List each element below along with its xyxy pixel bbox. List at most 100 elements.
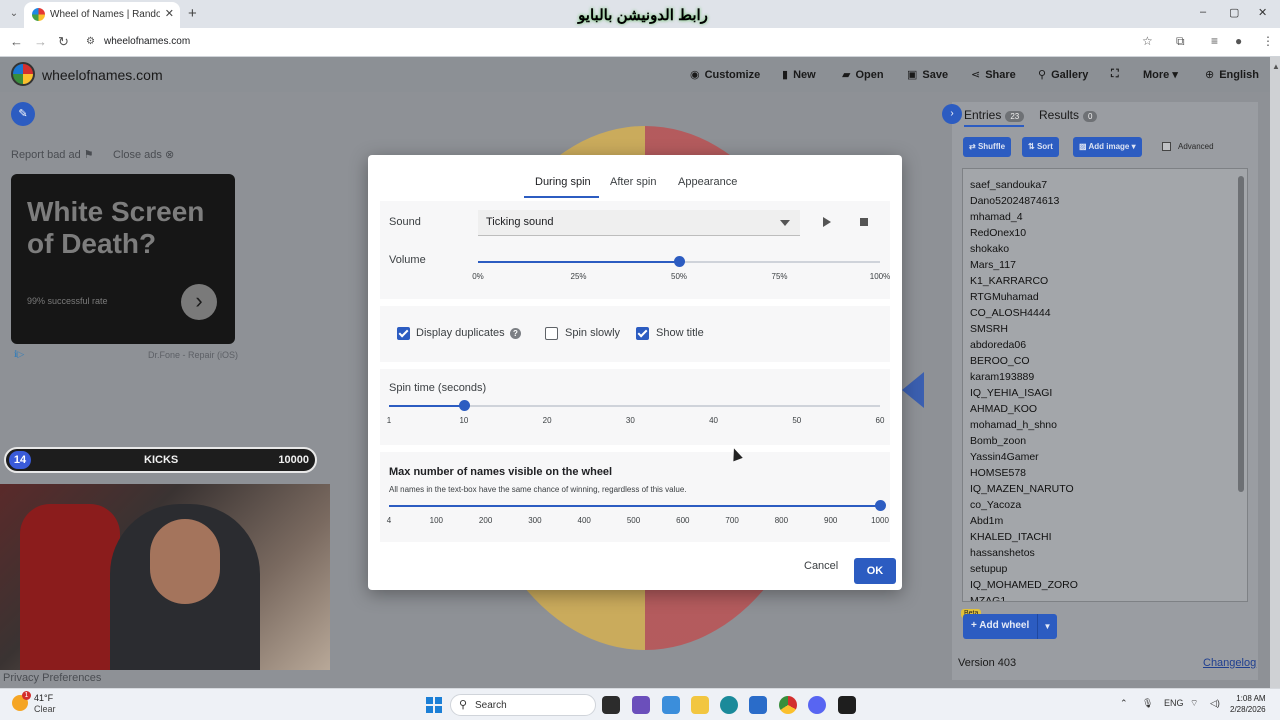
spin-slowly-checkbox[interactable] bbox=[545, 327, 558, 340]
display-duplicates-checkbox[interactable] bbox=[397, 327, 410, 340]
add-image-button[interactable]: ▨ Add image ▾ bbox=[1073, 137, 1142, 157]
changelog-link[interactable]: Changelog bbox=[1203, 657, 1256, 669]
fullscreen-icon[interactable]: ⛶ bbox=[1111, 68, 1119, 81]
list-item: CO_ALOSH4444 bbox=[970, 307, 1051, 319]
new-tab-icon[interactable]: + bbox=[188, 5, 197, 22]
plus-icon: + bbox=[971, 620, 980, 631]
browser-tab[interactable]: Wheel of Names | Random nam ✕ bbox=[24, 2, 180, 28]
reload-icon[interactable]: ↻ bbox=[58, 34, 69, 50]
weather-description[interactable]: Clear bbox=[34, 704, 56, 714]
menu-customize[interactable]: ◉ Customize bbox=[690, 68, 760, 81]
menu-language-label: English bbox=[1219, 69, 1259, 81]
spin-time-slider-handle[interactable] bbox=[458, 400, 470, 411]
tab-during-spin[interactable]: During spin bbox=[535, 176, 591, 188]
cancel-button[interactable]: Cancel bbox=[804, 560, 838, 572]
clock[interactable]: 1:08 AM 2/28/2026 bbox=[1230, 693, 1266, 715]
site-logo-icon[interactable] bbox=[11, 62, 35, 86]
reading-list-icon[interactable]: ≡ bbox=[1211, 34, 1218, 48]
kicks-label: KICKS bbox=[144, 454, 179, 466]
url-field[interactable]: wheelofnames.com bbox=[104, 36, 190, 47]
store-icon[interactable] bbox=[749, 696, 767, 714]
list-item: setupup bbox=[970, 563, 1008, 575]
menu-gallery-label: Gallery bbox=[1051, 69, 1089, 81]
discord-icon[interactable] bbox=[808, 696, 826, 714]
tab-search-dropdown-icon[interactable]: ⌄ bbox=[6, 6, 22, 22]
menu-new[interactable]: ▮ New bbox=[782, 68, 816, 81]
privacy-preferences-link[interactable]: Privacy Preferences bbox=[3, 672, 101, 684]
menu-save[interactable]: ▣ Save bbox=[907, 68, 948, 81]
report-ad-link[interactable]: Report bad ad ⚑ bbox=[11, 148, 94, 161]
volume-icon[interactable]: ◁) bbox=[1210, 698, 1220, 709]
ad-choices-icon[interactable]: ℹ▷ bbox=[14, 349, 24, 360]
tab-close-icon[interactable]: ✕ bbox=[165, 7, 174, 20]
volume-slider-handle[interactable] bbox=[674, 256, 685, 267]
profile-avatar[interactable]: ● bbox=[1235, 34, 1242, 48]
collapse-panel-icon[interactable]: › bbox=[942, 104, 962, 124]
help-icon[interactable]: ? bbox=[510, 328, 521, 339]
list-item: IQ_MOHAMED_ZORO bbox=[970, 579, 1078, 591]
taskbar-search-label: Search bbox=[475, 700, 507, 711]
max-names-slider-handle[interactable] bbox=[875, 500, 886, 511]
sound-select[interactable]: Ticking sound bbox=[478, 210, 800, 236]
entries-textbox[interactable]: saef_sandouka7 Dano52024874613 mhamad_4 Red… bbox=[962, 168, 1248, 602]
minimize-icon[interactable]: – bbox=[1200, 6, 1206, 18]
entries-scrollbar[interactable] bbox=[1238, 176, 1244, 492]
maximize-icon[interactable]: ▢ bbox=[1229, 6, 1239, 19]
menu-open[interactable]: ▰ Open bbox=[842, 68, 884, 81]
spin-time-tick-label: 1 bbox=[386, 416, 392, 425]
wifi-icon[interactable]: ⌔ bbox=[1190, 698, 1198, 709]
menu-language[interactable]: ⊕ English bbox=[1205, 68, 1259, 81]
kick-icon[interactable] bbox=[838, 696, 856, 714]
menu-share[interactable]: ⋖ Share bbox=[971, 68, 1016, 81]
ad-banner[interactable]: White Screen of Death? 99% successful ra… bbox=[11, 174, 235, 344]
chevron-down-icon[interactable]: ▼ bbox=[1037, 614, 1057, 639]
close-window-icon[interactable]: ✕ bbox=[1258, 6, 1267, 19]
language-indicator[interactable]: ENG bbox=[1164, 698, 1184, 708]
teams-icon[interactable] bbox=[632, 696, 650, 714]
weather-temperature[interactable]: 41°F bbox=[34, 693, 53, 703]
scroll-up-icon[interactable]: ▲ bbox=[1272, 62, 1280, 78]
volume-tick-label: 100% bbox=[869, 272, 891, 281]
page-scrollbar[interactable] bbox=[1270, 57, 1280, 688]
sort-button[interactable]: ⇅ Sort bbox=[1022, 137, 1059, 157]
back-icon[interactable]: ← bbox=[10, 34, 23, 49]
stop-icon[interactable] bbox=[860, 218, 868, 226]
tab-appearance[interactable]: Appearance bbox=[678, 176, 737, 188]
show-title-checkbox[interactable] bbox=[636, 327, 649, 340]
list-item: KHALED_ITACHI bbox=[970, 531, 1052, 543]
site-name[interactable]: wheelofnames.com bbox=[42, 67, 163, 83]
file-explorer-icon[interactable] bbox=[691, 696, 709, 714]
taskbar-search[interactable]: ⚲ Search bbox=[450, 694, 596, 716]
tab-after-spin[interactable]: After spin bbox=[610, 176, 656, 188]
bookmark-star-icon[interactable]: ☆ bbox=[1142, 34, 1153, 48]
chevron-right-icon[interactable]: › bbox=[181, 284, 217, 320]
browser-menu-icon[interactable]: ⋮ bbox=[1262, 34, 1274, 48]
close-ads-link[interactable]: Close ads ⊗ bbox=[113, 148, 174, 161]
chevron-up-icon[interactable]: ⌃ bbox=[1120, 698, 1128, 709]
chrome-icon[interactable] bbox=[779, 696, 797, 714]
close-icon: ⊗ bbox=[164, 149, 175, 161]
task-view-icon[interactable] bbox=[602, 696, 620, 714]
menu-more[interactable]: More ▾ bbox=[1143, 68, 1178, 81]
chevron-down-icon: ▾ bbox=[1129, 142, 1136, 151]
shuffle-button[interactable]: ⇄ Shuffle bbox=[963, 137, 1012, 157]
site-info-icon[interactable]: ⚙ bbox=[86, 36, 95, 47]
forward-icon[interactable]: → bbox=[34, 34, 47, 49]
extensions-icon[interactable]: ⧉ bbox=[1176, 34, 1185, 49]
advanced-checkbox[interactable] bbox=[1162, 142, 1171, 151]
spin-time-tick-label: 50 bbox=[792, 416, 802, 425]
play-icon[interactable] bbox=[823, 217, 831, 227]
list-item: IQ_MAZEN_NARUTO bbox=[970, 483, 1074, 495]
copilot-icon[interactable] bbox=[662, 696, 680, 714]
spin-time-label: Spin time (seconds) bbox=[389, 382, 487, 394]
menu-gallery[interactable]: ⚲ Gallery bbox=[1038, 68, 1088, 81]
tab-results[interactable]: Results 0 bbox=[1039, 108, 1098, 122]
windows-start-icon[interactable] bbox=[426, 697, 442, 713]
add-wheel-button[interactable]: + Add wheel ▼ bbox=[963, 614, 1057, 639]
tab-results-label: Results bbox=[1039, 108, 1080, 122]
tab-entries[interactable]: Entries 23 bbox=[964, 108, 1025, 122]
edge-icon[interactable] bbox=[720, 696, 738, 714]
ok-button[interactable]: OK bbox=[854, 558, 896, 584]
microphone-icon[interactable]: 🎙 bbox=[1142, 698, 1153, 709]
edit-title-button[interactable]: ✎ bbox=[11, 102, 35, 126]
